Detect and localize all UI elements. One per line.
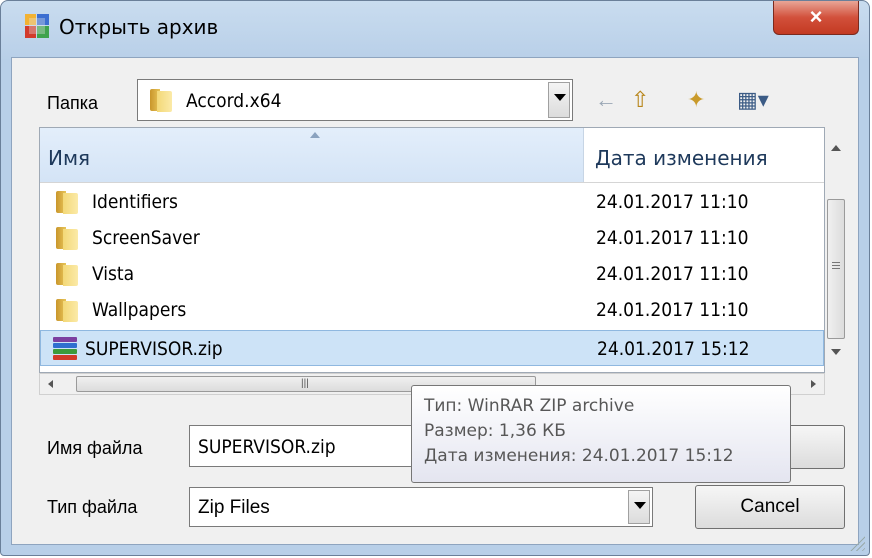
winrar-archive-icon bbox=[53, 337, 79, 361]
filetype-select[interactable]: Zip Files bbox=[189, 487, 653, 527]
list-item[interactable]: Wallpapers 24.01.2017 11:10 bbox=[40, 292, 824, 328]
chevron-down-icon[interactable] bbox=[548, 82, 570, 118]
folder-up-icon[interactable]: ⇧ bbox=[631, 87, 649, 113]
scroll-left-icon[interactable] bbox=[48, 380, 53, 388]
close-icon: × bbox=[809, 4, 823, 29]
filename-value: SUPERVISOR.zip bbox=[198, 436, 336, 458]
sort-ascending-icon bbox=[310, 132, 320, 138]
grip-icon: ||| bbox=[301, 378, 309, 389]
window-title: Открыть архив bbox=[59, 15, 219, 39]
tooltip-type: Тип: WinRAR ZIP archive bbox=[424, 396, 635, 416]
column-header-name[interactable]: Имя bbox=[40, 128, 584, 182]
column-header-date[interactable]: Дата изменения bbox=[585, 128, 824, 182]
tooltip-size: Размер: 1,36 КБ bbox=[424, 421, 566, 441]
title-bar[interactable]: Открыть архив × bbox=[1, 1, 869, 47]
open-archive-dialog: Открыть архив × Папка Accord.x64 ← ⇧ ✦ ▦… bbox=[0, 0, 870, 556]
list-header: Имя Дата изменения bbox=[40, 128, 824, 183]
list-item[interactable]: Vista 24.01.2017 11:10 bbox=[40, 256, 824, 292]
app-icon bbox=[25, 14, 49, 38]
vertical-scroll-thumb[interactable] bbox=[827, 199, 845, 339]
item-date: 24.01.2017 11:10 bbox=[596, 227, 749, 249]
folder-select[interactable]: Accord.x64 bbox=[137, 79, 573, 121]
vertical-scrollbar[interactable] bbox=[825, 127, 847, 373]
item-date: 24.01.2017 11:10 bbox=[596, 263, 749, 285]
folder-icon bbox=[150, 88, 172, 112]
item-date: 24.01.2017 11:10 bbox=[596, 299, 749, 321]
item-name: Vista bbox=[92, 263, 135, 285]
list-item[interactable]: Identifiers 24.01.2017 11:10 bbox=[40, 184, 824, 220]
folder-label: Папка bbox=[47, 93, 98, 113]
file-info-tooltip: Тип: WinRAR ZIP archive Размер: 1,36 КБ … bbox=[411, 385, 791, 483]
grip-icon bbox=[832, 262, 840, 263]
filename-input[interactable]: SUPERVISOR.zip bbox=[189, 425, 415, 467]
file-list[interactable]: Имя Дата изменения Identifiers 24.01.201… bbox=[39, 127, 825, 373]
folder-icon bbox=[56, 190, 78, 214]
item-name: ScreenSaver bbox=[92, 227, 200, 249]
chevron-down-icon[interactable] bbox=[628, 490, 650, 524]
list-item[interactable]: ScreenSaver 24.01.2017 11:10 bbox=[40, 220, 824, 256]
current-folder-name: Accord.x64 bbox=[186, 90, 282, 112]
item-name: Identifiers bbox=[92, 191, 178, 213]
item-date: 24.01.2017 11:10 bbox=[596, 191, 749, 213]
item-name: SUPERVISOR.zip bbox=[85, 338, 223, 360]
folder-icon bbox=[56, 262, 78, 286]
scroll-right-icon[interactable] bbox=[811, 380, 816, 388]
view-menu-icon[interactable]: ▦▾ bbox=[737, 87, 769, 113]
item-name: Wallpapers bbox=[92, 299, 187, 321]
scroll-up-icon[interactable] bbox=[831, 145, 841, 151]
folder-icon bbox=[56, 226, 78, 250]
new-folder-icon[interactable]: ✦ bbox=[687, 87, 705, 113]
filename-label: Имя файла bbox=[47, 438, 143, 458]
item-date: 24.01.2017 15:12 bbox=[597, 338, 750, 360]
folder-icon bbox=[56, 298, 78, 322]
list-item-selected[interactable]: SUPERVISOR.zip 24.01.2017 15:12 bbox=[40, 330, 824, 366]
cancel-button[interactable]: Cancel bbox=[695, 485, 845, 529]
filetype-label: Тип файла bbox=[47, 497, 138, 517]
back-icon[interactable]: ← bbox=[595, 87, 617, 113]
scroll-down-icon[interactable] bbox=[831, 349, 841, 355]
filetype-value: Zip Files bbox=[198, 497, 270, 518]
close-button[interactable]: × bbox=[773, 1, 859, 35]
tooltip-date: Дата изменения: 24.01.2017 15:12 bbox=[424, 446, 734, 466]
